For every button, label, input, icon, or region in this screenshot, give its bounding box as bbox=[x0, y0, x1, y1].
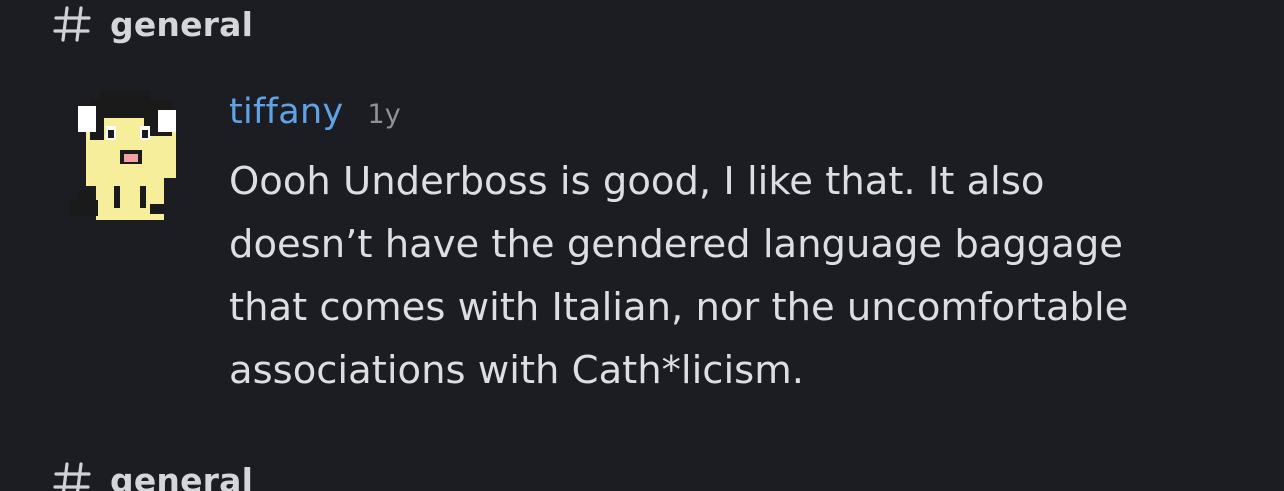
chat-screen: general tiffany 1y Oooh Underboss is goo… bbox=[0, 0, 1284, 491]
channel-header[interactable]: general bbox=[52, 2, 253, 46]
channel-name: general bbox=[110, 4, 254, 44]
channel-name: general bbox=[110, 460, 254, 491]
message-meta: tiffany 1y bbox=[229, 92, 1229, 138]
message-line: that comes with Italian, nor the uncomfo… bbox=[229, 285, 1129, 330]
hash-icon bbox=[52, 460, 92, 491]
message-text: Oooh Underboss is good, I like that. It … bbox=[229, 150, 1229, 402]
username[interactable]: tiffany bbox=[229, 92, 344, 132]
timestamp[interactable]: 1y bbox=[368, 99, 401, 130]
hash-icon bbox=[52, 4, 92, 44]
message-line: Oooh Underboss is good, I like that. It … bbox=[229, 159, 1045, 204]
message-line: doesn’t have the gendered language bagga… bbox=[229, 222, 1123, 267]
message-line: associations with Cath*licism. bbox=[229, 348, 804, 393]
avatar[interactable] bbox=[66, 86, 190, 234]
channel-header[interactable]: general bbox=[52, 458, 253, 491]
message-body: tiffany 1y Oooh Underboss is good, I lik… bbox=[229, 92, 1229, 402]
